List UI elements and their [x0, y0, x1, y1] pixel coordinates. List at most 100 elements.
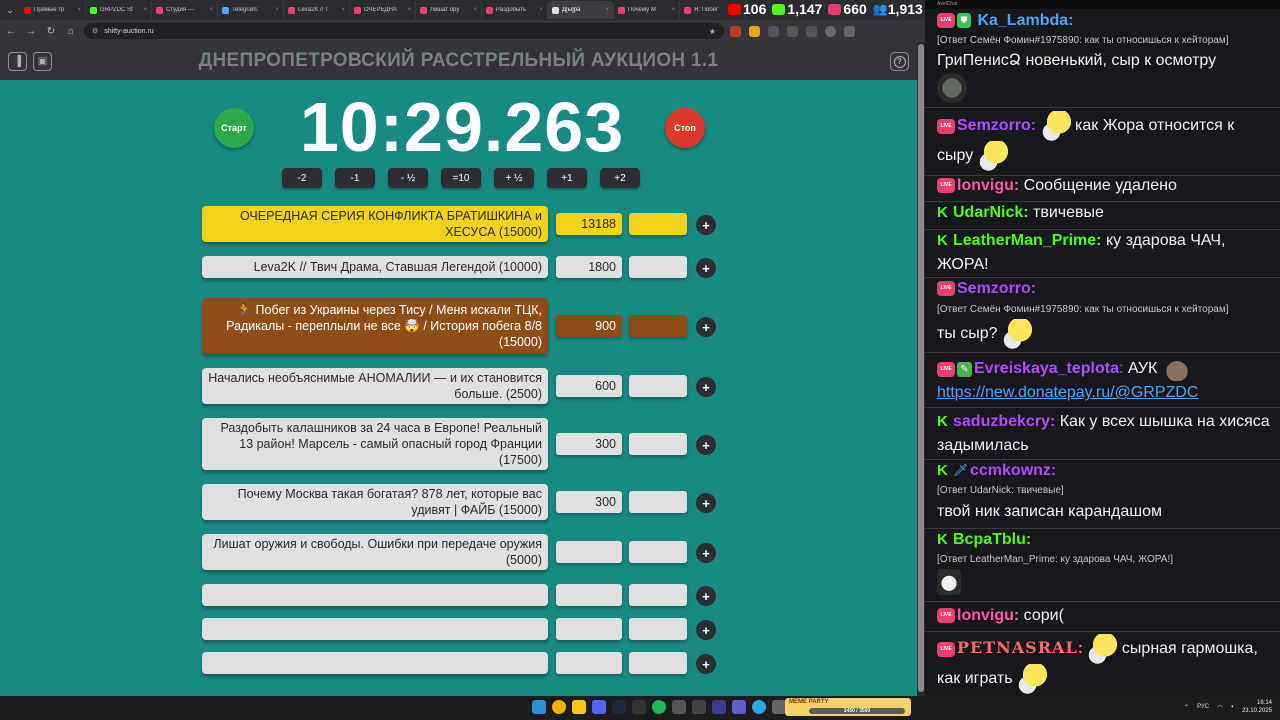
timer-adjust-button[interactable]: - ½ [388, 168, 428, 188]
donate-link[interactable]: https://new.donatepay.ru/@GRPZDC [937, 384, 1198, 401]
profile-avatar[interactable] [825, 25, 836, 37]
tab-close-icon[interactable]: × [407, 7, 411, 13]
chevron-up-icon[interactable]: ⌃ [1184, 704, 1189, 711]
extension-icon[interactable] [787, 25, 798, 37]
app-icon[interactable] [692, 700, 706, 714]
tab-close-icon[interactable]: × [539, 7, 543, 13]
reload-icon[interactable]: ↻ [44, 24, 58, 38]
chat-nick[interactable]: Semzorro [957, 117, 1031, 134]
tab-close-icon[interactable]: × [605, 7, 609, 13]
steam-icon[interactable] [612, 700, 626, 714]
lot-add-amount-input[interactable] [629, 652, 687, 674]
lot-name-field[interactable]: Leva2K // Твич Драма, Ставшая Легендой (… [202, 256, 548, 278]
meme-party-widget[interactable]: MEME PARTY 1450 / 3500 [785, 698, 911, 716]
app-icon[interactable] [732, 700, 746, 714]
timer-adjust-button[interactable]: =10 [441, 168, 481, 188]
clock[interactable]: 16:14 23.10.2025 [1242, 699, 1272, 715]
lot-name-field[interactable]: 🏃 Побег из Украины через Тису / Меня иск… [202, 298, 548, 354]
timer-adjust-button[interactable]: +1 [547, 168, 587, 188]
telegram-icon[interactable] [752, 700, 766, 714]
lot-name-field[interactable]: ОЧЕРЕДНАЯ СЕРИЯ КОНФЛИКТА БРАТИШКИНА и Х… [202, 206, 548, 242]
lot-add-amount-input[interactable] [629, 491, 687, 513]
lot-add-amount-input[interactable] [629, 315, 687, 337]
extension-icon[interactable] [768, 25, 779, 37]
lot-name-field[interactable] [202, 652, 548, 674]
chat-nick[interactable]: ccmkownz [970, 462, 1051, 479]
browser-tab[interactable]: Почему М × [614, 1, 680, 19]
lot-name-field[interactable]: Почему Москва такая богатая? 878 лет, ко… [202, 484, 548, 520]
start-button[interactable]: Старт [214, 108, 254, 148]
extensions-puzzle-icon[interactable] [806, 25, 817, 37]
lot-add-amount-input[interactable] [629, 541, 687, 563]
browser-tab[interactable]: Leva2K // Т × [284, 1, 350, 19]
windows-start-icon[interactable] [532, 700, 546, 714]
scrollbar-thumb[interactable] [918, 44, 924, 692]
app-icon[interactable] [672, 700, 686, 714]
browser-tab[interactable]: Прямые тр × [20, 1, 86, 19]
chat-nick[interactable]: UdarNick [953, 204, 1023, 221]
lot-add-button[interactable]: + [696, 317, 716, 337]
app-icon[interactable] [772, 700, 786, 714]
timer-adjust-button[interactable]: + ½ [494, 168, 534, 188]
lot-add-button[interactable]: + [696, 215, 716, 235]
lot-name-field[interactable]: Раздобыть калашников за 24 часа в Европе… [202, 418, 548, 470]
chat-nick[interactable]: saduzbekcry [953, 413, 1050, 430]
lot-amount-field[interactable]: 900 [556, 315, 622, 337]
lot-add-button[interactable]: + [696, 586, 716, 606]
menu-icon[interactable] [844, 25, 855, 37]
lot-add-button[interactable]: + [696, 435, 716, 455]
browser-tab[interactable]: Telegram: × [218, 1, 284, 19]
wifi-icon[interactable]: ◠ [1217, 704, 1222, 711]
lot-name-field[interactable]: Лишат оружия и свободы. Ошибки при перед… [202, 534, 548, 570]
home-icon[interactable]: ⌂ [64, 24, 78, 38]
lot-add-amount-input[interactable] [629, 375, 687, 397]
tab-close-icon[interactable]: × [341, 7, 345, 13]
lot-amount-field[interactable]: 13188 [556, 213, 622, 235]
chat-nick[interactable]: lonvigu [957, 607, 1014, 624]
browser-tab[interactable]: Лишат ору × [416, 1, 482, 19]
lot-add-amount-input[interactable] [629, 256, 687, 278]
bookmark-star-icon[interactable]: ★ [709, 27, 716, 36]
tab-close-icon[interactable]: × [143, 7, 147, 13]
timer-adjust-button[interactable]: -1 [335, 168, 375, 188]
folder-icon[interactable] [572, 700, 586, 714]
lot-amount-field[interactable] [556, 541, 622, 563]
chrome-icon[interactable] [552, 700, 566, 714]
timer-adjust-button[interactable]: +2 [600, 168, 640, 188]
address-bar[interactable]: ⚙ shitty-auction.ru ★ [84, 23, 724, 39]
chat-nick[interactable]: BcpaTblu [953, 531, 1026, 548]
extension-icon[interactable] [730, 25, 741, 37]
browser-tab[interactable]: ОЧЕРЕДНА × [350, 1, 416, 19]
stop-button[interactable]: Стоп [665, 108, 705, 148]
lot-name-field[interactable] [202, 618, 548, 640]
spotify-icon[interactable] [652, 700, 666, 714]
lot-add-button[interactable]: + [696, 543, 716, 563]
help-button[interactable]: ? [890, 52, 909, 71]
site-info-icon[interactable]: ⚙ [92, 27, 98, 35]
lot-amount-field[interactable]: 1800 [556, 256, 622, 278]
lot-amount-field[interactable] [556, 618, 622, 640]
tab-close-icon[interactable]: × [77, 7, 81, 13]
browser-tab[interactable]: Студия — × [152, 1, 218, 19]
extension-icon[interactable] [749, 25, 760, 37]
forward-icon[interactable]: → [24, 24, 38, 38]
volume-icon[interactable]: ◖ [1230, 704, 1234, 710]
lot-amount-field[interactable]: 300 [556, 433, 622, 455]
lot-add-button[interactable]: + [696, 620, 716, 640]
chat-messages[interactable]: LIVE ⛊ Ka_Lambda: [Ответ Семён Фомин#1975… [925, 9, 1280, 696]
page-scrollbar[interactable] [917, 42, 925, 696]
lot-amount-field[interactable] [556, 584, 622, 606]
discord-icon[interactable] [592, 700, 606, 714]
lot-amount-field[interactable]: 300 [556, 491, 622, 513]
app-icon[interactable] [632, 700, 646, 714]
browser-tab[interactable]: Д[ы]ра × [548, 1, 614, 19]
lot-add-button[interactable]: + [696, 377, 716, 397]
timer-adjust-button[interactable]: -2 [282, 168, 322, 188]
chat-nick[interactable]: LeatherMan_Prime [953, 232, 1096, 249]
browser-tab[interactable]: GRPZDC St × [86, 1, 152, 19]
lot-add-button[interactable]: + [696, 493, 716, 513]
lot-amount-field[interactable] [556, 652, 622, 674]
chat-nick[interactable]: Semzorro [957, 280, 1031, 297]
chat-nick[interactable]: PETNASRAL [957, 638, 1078, 657]
lot-add-amount-input[interactable] [629, 618, 687, 640]
